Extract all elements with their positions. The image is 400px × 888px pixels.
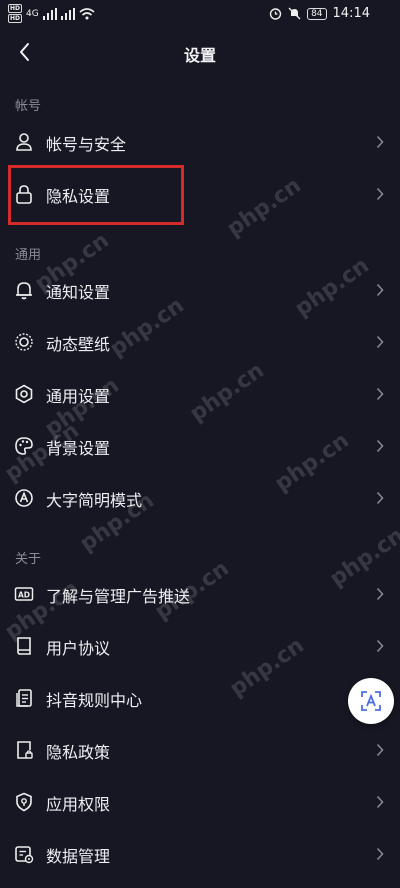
chevron-right-icon — [376, 439, 384, 453]
chevron-right-icon — [376, 847, 384, 861]
gear-icon — [15, 384, 33, 404]
chevron-right-icon — [376, 795, 384, 809]
row-label: 用户协议 — [46, 639, 111, 658]
signal-icon-2 — [60, 7, 75, 20]
chevron-right-icon — [376, 491, 384, 505]
signal-icon — [42, 7, 57, 20]
settings-row-privacy-policy[interactable]: 隐私政策 — [0, 724, 400, 776]
shield-icon — [16, 792, 32, 812]
text-recognition-icon — [361, 691, 381, 711]
battery-indicator: 84 — [307, 7, 327, 20]
row-label: 帐号与安全 — [46, 135, 127, 154]
bell-icon — [16, 282, 32, 300]
chevron-right-icon — [376, 283, 384, 297]
settings-row-user-agreement[interactable]: 用户协议 — [0, 620, 400, 672]
chevron-right-icon — [376, 335, 384, 349]
section-header-about: 关于 — [15, 552, 42, 567]
section-header-general: 通用 — [15, 248, 42, 263]
settings-row-live-wallpaper[interactable]: 动态壁纸 — [0, 316, 400, 368]
status-right: 84 14:14 — [269, 6, 370, 21]
settings-row-app-permissions[interactable]: 应用权限 — [0, 776, 400, 828]
row-label: 隐私政策 — [46, 743, 111, 762]
chevron-right-icon — [376, 135, 384, 149]
chevron-right-icon — [376, 187, 384, 201]
ad-icon: AD — [14, 587, 34, 601]
settings-row-data-management[interactable]: 数据管理 — [0, 828, 400, 880]
sim2-hd-badge: HD — [8, 14, 23, 23]
wifi-icon — [79, 7, 95, 19]
chevron-right-icon — [376, 639, 384, 653]
svg-text:AD: AD — [18, 591, 30, 600]
title-bar: 设置 — [0, 32, 400, 72]
alarm-icon — [269, 8, 282, 20]
highlight-box — [8, 165, 184, 225]
chevron-right-icon — [376, 743, 384, 757]
mute-icon — [288, 7, 301, 20]
wallpaper-icon — [15, 333, 33, 351]
floating-translate-button[interactable] — [348, 678, 394, 724]
data-icon — [15, 846, 34, 864]
sim1-hd-badge: HD — [8, 4, 23, 13]
row-label: 抖音规则中心 — [46, 691, 143, 710]
document-lock-icon — [17, 741, 33, 759]
page-title: 设置 — [183, 46, 216, 65]
rules-icon — [16, 689, 32, 707]
row-label: 应用权限 — [46, 795, 111, 814]
row-label: 动态壁纸 — [46, 335, 111, 354]
section-header-account: 帐号 — [15, 99, 42, 114]
status-bar: HD HD 4G 84 14:14 — [0, 0, 400, 28]
status-left: HD HD 4G — [8, 4, 95, 23]
clock: 14:14 — [332, 6, 370, 21]
settings-row-account-security[interactable]: 帐号与安全 — [0, 116, 400, 168]
settings-row-rules-center[interactable]: 抖音规则中心 — [0, 672, 400, 724]
row-label: 数据管理 — [46, 847, 111, 866]
network-type: 4G — [26, 8, 39, 19]
settings-row-large-text-mode[interactable]: 大字简明模式 — [0, 472, 400, 524]
chevron-right-icon — [376, 387, 384, 401]
chevron-right-icon — [376, 587, 384, 601]
person-icon — [16, 133, 32, 151]
large-text-icon — [15, 489, 33, 507]
